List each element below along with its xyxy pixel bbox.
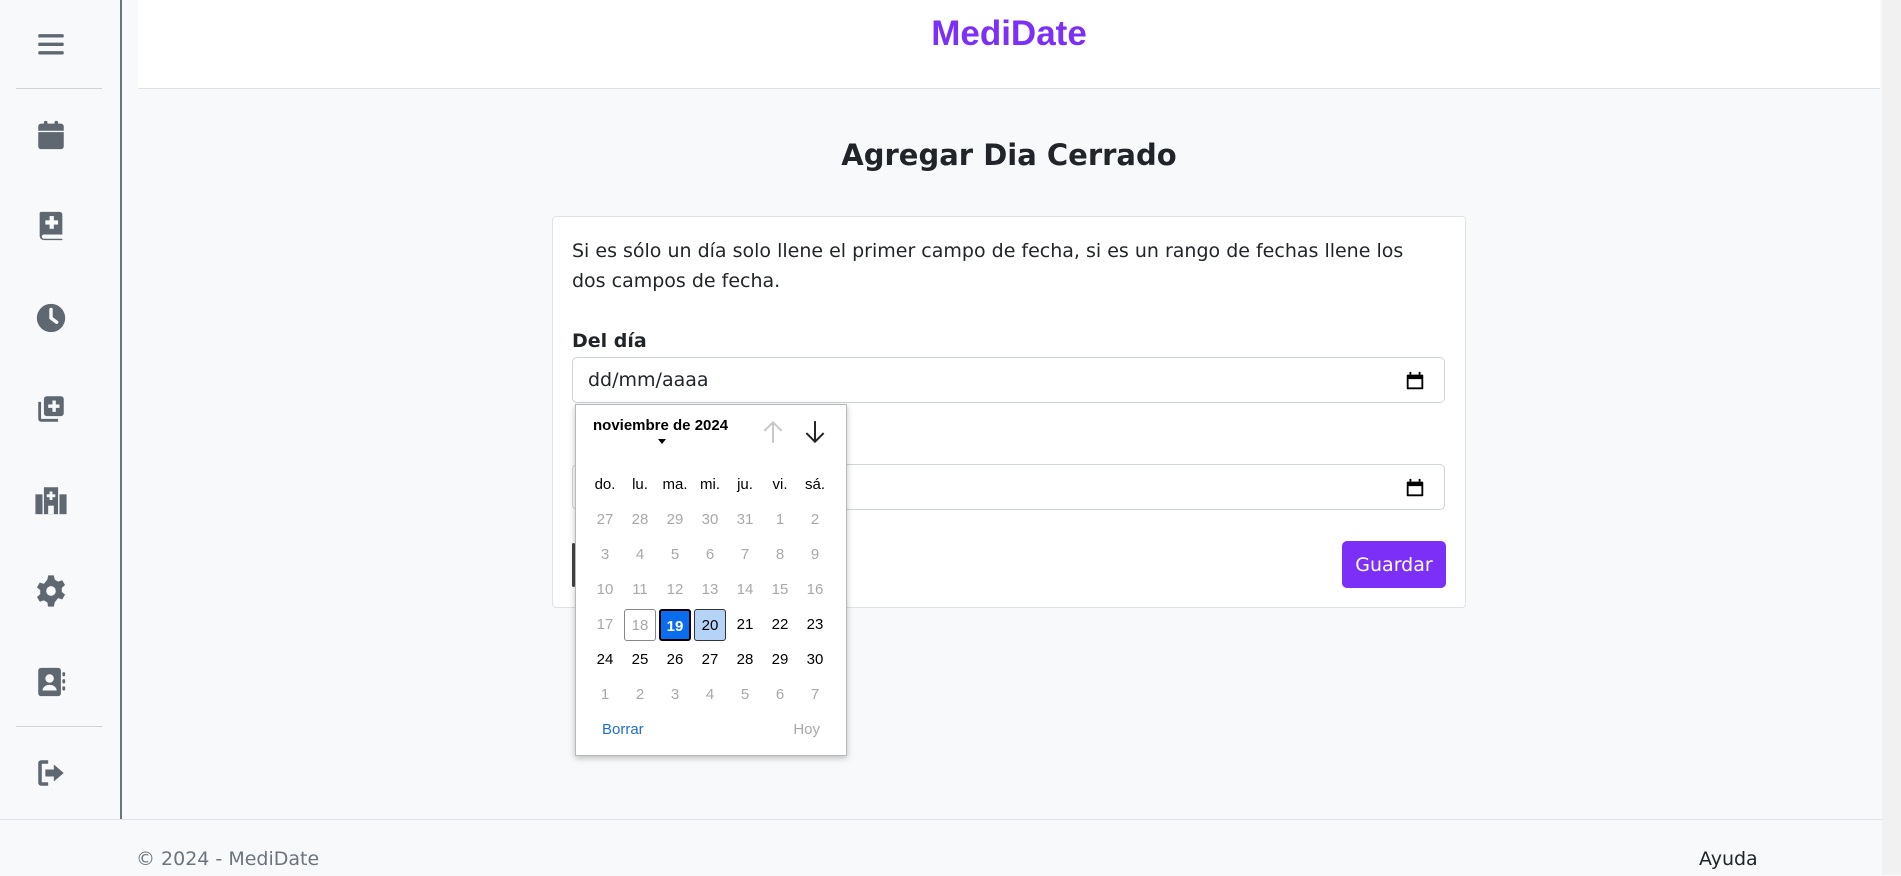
sidebar-item-schedule[interactable] (24, 291, 78, 345)
sidebar-item-clinics[interactable] (24, 473, 78, 527)
calendar-picker-icon[interactable] (1404, 370, 1426, 392)
calendar-day[interactable]: 11 (624, 574, 656, 606)
calendar-day[interactable]: 29 (659, 504, 691, 536)
weekday-header: mi. (700, 476, 720, 493)
sidebar-item-medical-records[interactable] (24, 199, 78, 253)
calendar-day[interactable]: 2 (799, 504, 831, 536)
menu-icon (38, 34, 64, 55)
scrollbar-track[interactable] (1882, 0, 1901, 875)
calendar-day[interactable]: 26 (659, 644, 691, 676)
calendar-day[interactable]: 9 (799, 539, 831, 571)
weekday-header: do. (594, 476, 616, 493)
calendar-day[interactable]: 23 (799, 609, 831, 641)
sidebar-item-calendar[interactable] (24, 108, 78, 162)
previous-month-arrow-icon[interactable] (760, 419, 786, 445)
sidebar-divider (16, 726, 102, 727)
weekday-header: vi. (772, 476, 788, 493)
calendar-day[interactable]: 31 (729, 504, 761, 536)
clear-link[interactable]: Borrar (602, 721, 644, 738)
calendar-day[interactable]: 15 (764, 574, 796, 606)
sidebar-item-contacts[interactable] (24, 655, 78, 709)
page-title: Agregar Dia Cerrado (841, 138, 1177, 172)
calendar-day[interactable]: 10 (589, 574, 621, 606)
copyright-text: © 2024 - MediDate (136, 848, 320, 870)
from-date-value: dd/mm/aaaa (588, 369, 709, 391)
next-month-arrow-icon[interactable] (802, 419, 828, 445)
date-picker-popup: noviembre de 2024 do. lu. ma. mi. ju. vi. sá. 2… (575, 404, 847, 756)
sidebar (0, 0, 122, 819)
calendar-day[interactable]: 28 (729, 644, 761, 676)
calendar-day[interactable]: 27 (694, 644, 726, 676)
calendar-day[interactable]: 30 (694, 504, 726, 536)
calendar-day[interactable]: 18 (624, 609, 656, 641)
calendar-day[interactable]: 3 (659, 679, 691, 711)
calendar-day[interactable]: 20 (694, 609, 726, 641)
calendar-day[interactable]: 5 (729, 679, 761, 711)
calendar-day[interactable]: 7 (799, 679, 831, 711)
calendar-day[interactable]: 28 (624, 504, 656, 536)
calendar-day[interactable]: 6 (764, 679, 796, 711)
add-copy-icon (38, 396, 64, 422)
calendar-day[interactable]: 13 (694, 574, 726, 606)
calendar-day[interactable]: 4 (624, 539, 656, 571)
calendar-day[interactable]: 6 (694, 539, 726, 571)
calendar-day[interactable]: 16 (799, 574, 831, 606)
brand-title[interactable]: MediDate (138, 14, 1880, 54)
calendar-day[interactable]: 14 (729, 574, 761, 606)
calendar-day[interactable]: 30 (799, 644, 831, 676)
weekday-header: sá. (804, 476, 825, 493)
calendar-day[interactable]: 8 (764, 539, 796, 571)
weekday-header: ju. (737, 476, 753, 493)
save-button[interactable]: Guardar (1342, 541, 1446, 588)
weekday-header: ma. (662, 476, 688, 493)
calendar-icon (38, 120, 64, 150)
calendar-day[interactable]: 27 (589, 504, 621, 536)
calendar-day[interactable]: 12 (659, 574, 691, 606)
calendar-day[interactable]: 3 (589, 539, 621, 571)
sidebar-item-add[interactable] (24, 382, 78, 436)
weekday-header: lu. (632, 476, 648, 493)
calendar-day[interactable]: 2 (624, 679, 656, 711)
calendar-day[interactable]: 7 (729, 539, 761, 571)
clock-icon (36, 303, 66, 333)
calendar-day[interactable]: 19 (659, 609, 691, 641)
sidebar-item-settings[interactable] (24, 564, 78, 618)
today-link[interactable]: Hoy (793, 721, 820, 738)
calendar-day[interactable]: 21 (729, 609, 761, 641)
calendar-day[interactable]: 17 (589, 609, 621, 641)
calendar-day[interactable]: 29 (764, 644, 796, 676)
from-date-input[interactable]: dd/mm/aaaa (572, 357, 1445, 403)
calendar-day[interactable]: 25 (624, 644, 656, 676)
menu-toggle-button[interactable] (24, 17, 78, 71)
help-link[interactable]: Ayuda (1699, 848, 1758, 870)
month-year-selector[interactable]: noviembre de 2024 (593, 417, 728, 434)
from-date-label: Del día (572, 330, 647, 352)
calendar-day[interactable]: 4 (694, 679, 726, 711)
footer: © 2024 - MediDate Ayuda (0, 819, 1901, 876)
logout-icon (38, 760, 64, 786)
calendar-day[interactable]: 22 (764, 609, 796, 641)
contact-card-icon (38, 667, 66, 697)
sidebar-divider (16, 88, 102, 89)
calendar-picker-icon[interactable] (1404, 477, 1426, 499)
calendar-day[interactable]: 24 (589, 644, 621, 676)
calendar-day[interactable]: 1 (764, 504, 796, 536)
chevron-down-icon[interactable] (658, 439, 666, 444)
calendar-day[interactable]: 1 (589, 679, 621, 711)
calendar-day[interactable]: 5 (659, 539, 691, 571)
gear-icon (36, 575, 66, 607)
instructions-text: Si es sólo un día solo llene el primer c… (572, 240, 1404, 292)
hospital-icon (35, 487, 67, 515)
logout-button[interactable] (24, 746, 78, 800)
medical-book-icon (39, 211, 63, 241)
top-header: MediDate (138, 0, 1880, 89)
